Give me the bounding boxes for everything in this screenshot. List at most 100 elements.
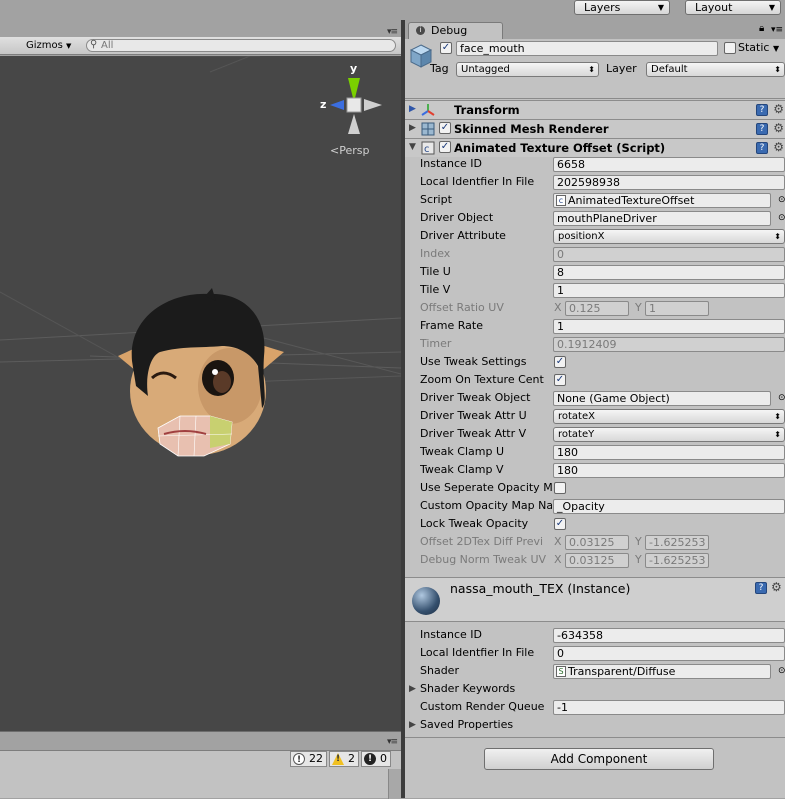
panel-menu-icon[interactable]: ▾≡ [387, 737, 398, 747]
offset2d-x-field: 0.03125 [565, 535, 629, 550]
tile-v-field[interactable]: 1 [553, 283, 785, 298]
material-local-id-field[interactable]: 0 [553, 646, 785, 661]
material-header[interactable]: nassa_mouth_TEX (Instance) ? ⚙ [405, 577, 785, 622]
expand-arrow-icon[interactable]: ▶ [409, 718, 416, 732]
index-label: Index [420, 247, 451, 260]
orientation-gizmo[interactable] [330, 78, 382, 134]
layers-label: Layers [584, 1, 621, 14]
saved-properties-label[interactable]: Saved Properties [420, 718, 552, 732]
gear-icon[interactable]: ⚙ [773, 140, 784, 154]
expand-arrow-icon[interactable]: ▶ [409, 104, 416, 114]
offset2d-y-field: -1.625253 [645, 535, 709, 550]
shader-field[interactable]: S Transparent/Diffuse [553, 664, 771, 679]
help-icon[interactable]: ? [756, 142, 768, 154]
inspector-panel: i Debug 🔒︎ ▾≡ ✓ face_mouth Static ▼ Tag … [405, 20, 785, 798]
render-queue-field[interactable]: -1 [553, 700, 785, 715]
tag-dropdown[interactable]: Untagged ⬍ [456, 62, 599, 77]
material-instance-id-label: Instance ID [420, 628, 482, 641]
object-picker-icon[interactable]: ⊙ [778, 193, 785, 207]
scene-view[interactable]: y z <Persp [0, 56, 401, 731]
tweak-object-field[interactable]: None (Game Object) [553, 391, 771, 406]
gear-icon[interactable]: ⚙ [771, 580, 782, 594]
instance-id-field[interactable]: 6658 [553, 157, 785, 172]
character-head[interactable] [118, 288, 284, 457]
clamp-v-field[interactable]: 180 [553, 463, 785, 478]
driver-object-field[interactable]: mouthPlaneDriver [553, 211, 771, 226]
log-count-badge[interactable]: ! 22 [290, 751, 327, 767]
frame-rate-field[interactable]: 1 [553, 319, 785, 334]
help-icon[interactable]: ? [756, 104, 768, 116]
zoom-label: Zoom On Texture Cent [420, 373, 544, 386]
divider [405, 737, 785, 738]
tweak-attr-u-dropdown[interactable]: rotateX ⬍ [553, 409, 785, 424]
enabled-checkbox[interactable]: ✓ [439, 122, 451, 134]
layout-dropdown[interactable]: Layout ▼ [685, 0, 781, 15]
object-picker-icon[interactable]: ⊙ [778, 391, 785, 405]
layers-dropdown[interactable]: Layers ▼ [574, 0, 670, 15]
gizmos-label: Gizmos [26, 40, 63, 51]
persp-toggle[interactable]: <Persp [330, 144, 369, 158]
material-local-id-label: Local Identfier In File [420, 646, 535, 659]
clamp-u-field[interactable]: 180 [553, 445, 785, 460]
driver-object-label: Driver Object [420, 211, 494, 224]
help-icon[interactable]: ? [756, 123, 768, 135]
lock-icon[interactable]: 🔒︎ [759, 22, 764, 36]
gizmo-center-cube[interactable] [346, 97, 362, 113]
tweak-attr-v-value: rotateY [558, 429, 595, 440]
layer-dropdown[interactable]: Default ⬍ [646, 62, 785, 77]
component-skinned-mesh-renderer[interactable]: ▶ ✓ Skinned Mesh Renderer ? ⚙ [405, 119, 785, 138]
driver-attribute-dropdown[interactable]: positionX ⬍ [553, 229, 785, 244]
tag-label: Tag [430, 62, 449, 75]
panel-menu-icon[interactable]: ▾≡ [387, 27, 398, 37]
custom-opacity-field[interactable]: _Opacity [553, 499, 785, 514]
expand-arrow-icon[interactable]: ▶ [409, 123, 416, 133]
scene-search-input[interactable]: ⚲ All [86, 39, 396, 52]
enabled-checkbox[interactable]: ✓ [439, 141, 451, 153]
gizmo-y-label: y [350, 62, 358, 75]
tile-u-field[interactable]: 8 [553, 265, 785, 280]
component-animated-texture-offset[interactable]: ▼ c ✓ Animated Texture Offset (Script) ?… [405, 138, 785, 157]
local-id-field[interactable]: 202598938 [553, 175, 785, 190]
static-checkbox[interactable] [724, 42, 736, 54]
svg-text:c: c [424, 144, 430, 155]
expand-arrow-icon[interactable]: ▶ [409, 682, 416, 696]
zoom-checkbox[interactable]: ✓ [554, 374, 566, 386]
use-tweak-checkbox[interactable]: ✓ [554, 356, 566, 368]
chevron-down-icon[interactable]: ▼ [773, 42, 779, 56]
gear-icon[interactable]: ⚙ [773, 121, 784, 135]
component-title: Animated Texture Offset (Script) [454, 141, 666, 155]
shader-keywords-label[interactable]: Shader Keywords [420, 682, 552, 696]
tweak-attr-v-dropdown[interactable]: rotateY ⬍ [553, 427, 785, 442]
chevron-down-icon: ▼ [66, 42, 72, 50]
instance-id-label: Instance ID [420, 157, 482, 170]
gizmos-dropdown[interactable]: Gizmos ▼ [26, 39, 71, 53]
help-icon[interactable]: ? [755, 582, 767, 594]
component-transform[interactable]: ▶ Transform ? ⚙ [405, 100, 785, 119]
chevron-updown-icon: ⬍ [774, 412, 781, 421]
gear-icon[interactable]: ⚙ [773, 102, 784, 116]
add-component-button[interactable]: Add Component [484, 748, 714, 770]
tile-u-label: Tile U [420, 265, 451, 278]
panel-menu-icon[interactable]: ▾≡ [771, 23, 783, 37]
warning-count: 2 [348, 752, 355, 765]
gizmo-z-cone[interactable] [330, 100, 344, 110]
y-label: Y [635, 301, 642, 314]
error-count-badge[interactable]: ! 0 [361, 751, 391, 767]
gizmo-down-cone[interactable] [348, 114, 360, 134]
component-title: Transform [454, 103, 520, 117]
object-picker-icon[interactable]: ⊙ [778, 211, 785, 225]
warning-count-badge[interactable]: ! 2 [329, 751, 359, 767]
persp-chevron-icon: < [330, 144, 340, 157]
lock-tweak-checkbox[interactable]: ✓ [554, 518, 566, 530]
script-field[interactable]: c AnimatedTextureOffset [553, 193, 771, 208]
object-name-field[interactable]: face_mouth [456, 41, 718, 56]
material-instance-id-field[interactable]: -634358 [553, 628, 785, 643]
gizmo-x-cone[interactable] [364, 99, 382, 111]
object-picker-icon[interactable]: ⊙ [778, 664, 785, 678]
tab-debug[interactable]: i Debug [408, 22, 503, 39]
layer-value: Default [651, 64, 688, 75]
seperate-opacity-checkbox[interactable] [554, 482, 566, 494]
collapse-arrow-icon[interactable]: ▼ [409, 142, 416, 152]
console-scrollbar[interactable] [388, 769, 401, 799]
active-checkbox[interactable]: ✓ [440, 42, 452, 54]
